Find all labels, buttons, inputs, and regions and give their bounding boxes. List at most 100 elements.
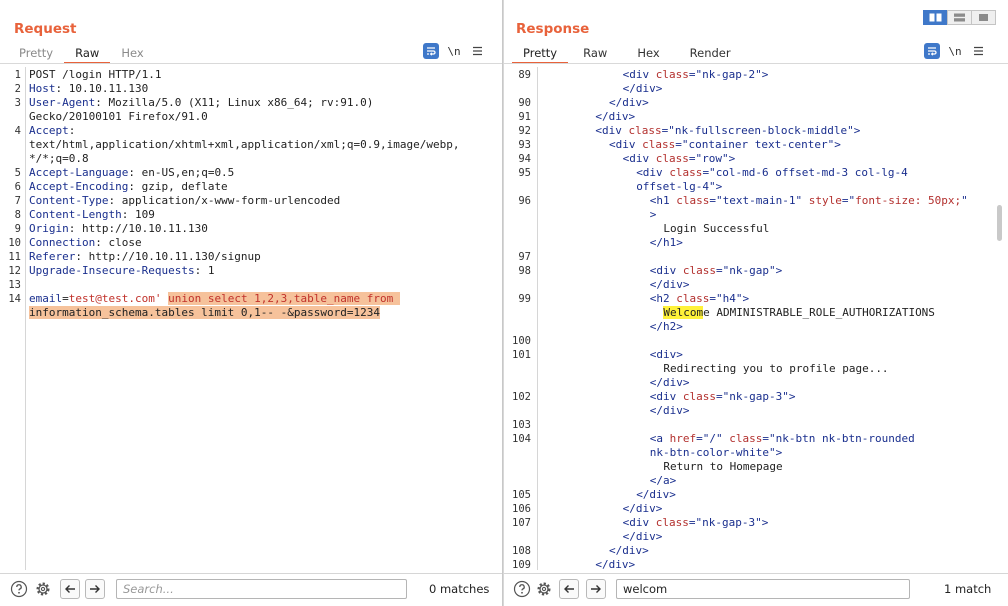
tab-pretty[interactable]: Pretty xyxy=(512,44,569,64)
html-token: </div> xyxy=(609,544,649,557)
code-line: 4 Accept: xyxy=(0,124,502,138)
html-token: "> xyxy=(847,124,861,137)
html-token: =" xyxy=(696,432,710,445)
html-token: <div xyxy=(622,68,656,81)
html-token: =" xyxy=(709,194,723,207)
request-editor[interactable]: 1 POST /login HTTP/1.1 2 Host: 10.10.11.130… xyxy=(0,67,502,570)
tab-hex[interactable]: Hex xyxy=(110,44,154,64)
request-line-text: text/html,application/xhtml+xml,applicat… xyxy=(29,138,460,151)
line-number: 98 xyxy=(518,265,531,277)
response-search-input[interactable] xyxy=(616,579,910,599)
html-token: </h2> xyxy=(649,320,683,333)
tab-pretty[interactable]: Pretty xyxy=(8,44,64,64)
previous-match-button[interactable] xyxy=(559,579,579,599)
line-number: 1 xyxy=(14,69,21,81)
request-search-input[interactable] xyxy=(116,579,407,599)
next-match-button[interactable] xyxy=(586,579,606,599)
code-line: 98 <div class="nk-gap"> xyxy=(504,264,1008,278)
line-number: 94 xyxy=(518,153,531,165)
line-number: 14 xyxy=(8,293,21,305)
html-token: <div xyxy=(649,390,683,403)
header-name: User-Agent xyxy=(29,96,96,109)
help-icon[interactable] xyxy=(10,580,28,598)
request-line-text: */*;q=0.8 xyxy=(29,152,89,165)
show-newlines-icon[interactable]: \n xyxy=(947,43,963,59)
response-editor-tools: \n xyxy=(924,43,986,59)
html-token: nk-btn-color-white xyxy=(649,446,770,459)
line-content: </div> xyxy=(541,404,690,418)
html-token: class xyxy=(642,138,676,151)
code-line: 90 </div> xyxy=(504,96,1008,110)
code-line: 6 Accept-Encoding: gzip, deflate xyxy=(0,180,502,194)
html-token: container text-center xyxy=(688,138,828,151)
line-number: 105 xyxy=(512,489,531,501)
next-match-button[interactable] xyxy=(85,579,105,599)
html-token: class xyxy=(682,390,717,403)
line-content: <h2 class="h4"> xyxy=(541,292,749,306)
code-line: 107 <div class="nk-gap-3"> xyxy=(504,516,1008,530)
code-line: </h2> xyxy=(504,320,1008,334)
line-content: <div class="nk-gap-3"> xyxy=(541,390,796,404)
split-horizontal-icon[interactable] xyxy=(923,10,948,25)
response-editor[interactable]: 89 <div class="nk-gap-2"> </div> 90 </div> 91… xyxy=(504,67,1008,570)
html-token: <h2 xyxy=(649,292,677,305)
line-number: 5 xyxy=(14,167,21,179)
tab-raw[interactable]: Raw xyxy=(568,44,622,64)
menu-icon[interactable] xyxy=(469,43,485,59)
line-number: 13 xyxy=(8,279,21,291)
html-token: class xyxy=(682,264,717,277)
html-token: class xyxy=(655,152,689,165)
code-line: 94 <div class="row"> xyxy=(504,152,1008,166)
code-line: 100 xyxy=(504,334,1008,348)
code-line: 93 <div class="container text-center"> xyxy=(504,138,1008,152)
single-pane-icon[interactable] xyxy=(971,10,996,25)
header-name: Accept-Encoding xyxy=(29,180,129,193)
code-line: 101 <div> xyxy=(504,348,1008,362)
request-body-token: = xyxy=(62,292,69,305)
line-number: 101 xyxy=(512,349,531,361)
layout-toggle xyxy=(923,10,996,25)
html-token: </div> xyxy=(622,530,663,543)
menu-icon[interactable] xyxy=(970,43,986,59)
html-token: class xyxy=(669,166,703,179)
tab-render[interactable]: Render xyxy=(675,44,742,64)
tab-raw[interactable]: Raw xyxy=(64,44,111,64)
html-token: "> xyxy=(769,264,783,277)
header-name: Accept xyxy=(29,124,69,137)
header-colon: : xyxy=(68,124,76,137)
html-token: "> xyxy=(827,138,841,151)
settings-gear-icon[interactable] xyxy=(34,580,52,598)
code-line: 106 </div> xyxy=(504,502,1008,516)
html-token: <div xyxy=(636,166,670,179)
line-number: 12 xyxy=(8,265,21,277)
line-content: Upgrade-Insecure-Requests: 1 xyxy=(29,264,214,278)
wrap-lines-icon[interactable] xyxy=(924,43,940,59)
html-token: =" xyxy=(688,516,703,529)
previous-match-button[interactable] xyxy=(60,579,80,599)
tabs-divider xyxy=(0,63,502,64)
line-number: 4 xyxy=(14,125,21,137)
code-line: text/html,application/xhtml+xml,applicat… xyxy=(0,138,502,152)
html-token: </div> xyxy=(649,376,690,389)
code-line: 109 </div> xyxy=(504,558,1008,570)
line-content: Welcome ADMINISTRABLE_ROLE_AUTHORIZATION… xyxy=(541,306,935,320)
html-token: </div> xyxy=(622,502,663,515)
html-token: nk-gap-3 xyxy=(702,516,756,529)
help-icon[interactable] xyxy=(513,580,531,598)
tab-hex[interactable]: Hex xyxy=(622,44,674,64)
show-newlines-icon[interactable]: \n xyxy=(446,43,462,59)
html-token: </div> xyxy=(595,110,636,123)
line-content: </h2> xyxy=(541,320,683,334)
header-name: Accept-Language xyxy=(29,166,129,179)
html-token: "> xyxy=(782,390,796,403)
split-vertical-icon[interactable] xyxy=(947,10,972,25)
html-token: " xyxy=(961,194,968,207)
wrap-lines-icon[interactable] xyxy=(423,43,439,59)
line-number: 89 xyxy=(518,69,531,81)
settings-gear-icon[interactable] xyxy=(535,580,553,598)
html-token: =" xyxy=(762,432,776,445)
html-token: style xyxy=(808,194,842,207)
code-line: </a> xyxy=(504,474,1008,488)
line-number: 96 xyxy=(518,195,531,207)
html-token: <div xyxy=(609,138,643,151)
